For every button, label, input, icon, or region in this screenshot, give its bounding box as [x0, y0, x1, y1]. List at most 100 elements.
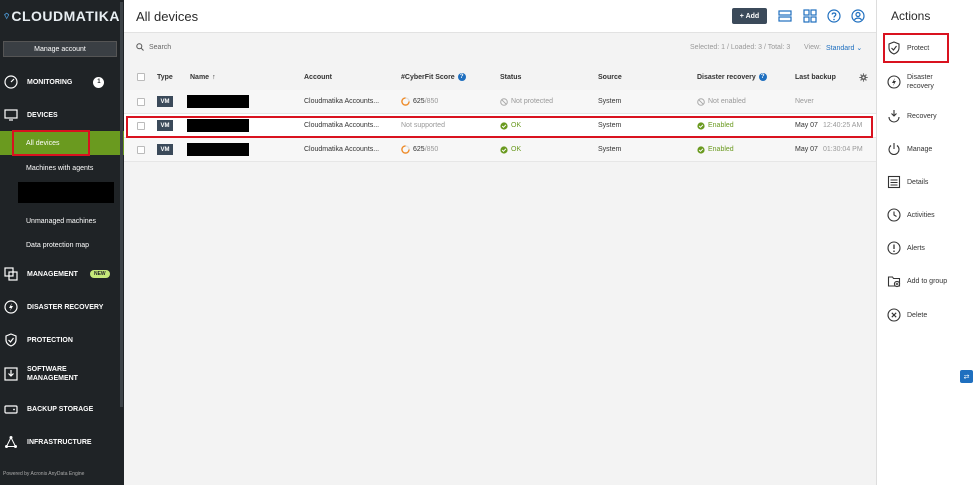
- name-cell: [187, 138, 249, 161]
- grid-view-icon[interactable]: [803, 9, 817, 23]
- nav-devices-label: DEVICES: [27, 111, 58, 119]
- last-backup-date: May 07: [795, 122, 818, 129]
- nav-unmanaged-machines-label: Unmanaged machines: [26, 217, 97, 225]
- table-row[interactable]: VM Cloudmatika Accounts... Not supported…: [124, 114, 876, 138]
- search-placeholder: Search: [149, 43, 172, 51]
- nav-monitoring[interactable]: MONITORING 1: [0, 73, 124, 91]
- col-disaster-recovery[interactable]: Disaster recovery?: [697, 66, 767, 88]
- dr-text: Not enabled: [708, 98, 746, 105]
- action-manage[interactable]: Manage: [887, 142, 932, 156]
- nav-disaster-recovery-label: DISASTER RECOVERY: [27, 303, 104, 311]
- row-checkbox[interactable]: [137, 97, 145, 106]
- nav-backup-storage[interactable]: BACKUP STORAGE: [0, 400, 124, 418]
- action-delete[interactable]: Delete: [887, 308, 927, 322]
- last-backup-cell: May 07 12:40:25 AM: [795, 114, 862, 137]
- action-recovery-label: Recovery: [907, 112, 937, 120]
- action-activities-label: Activities: [907, 211, 935, 219]
- alert-icon: [887, 241, 901, 255]
- row-checkbox[interactable]: [137, 121, 145, 130]
- col-last-backup[interactable]: Last backup: [795, 66, 836, 88]
- user-account-icon[interactable]: [851, 9, 865, 23]
- row-checkbox-cell: [137, 138, 145, 161]
- nav-all-devices[interactable]: All devices: [0, 131, 124, 155]
- type-cell: VM: [157, 90, 173, 113]
- search-input[interactable]: Search: [136, 43, 171, 51]
- not-protected-icon: [500, 97, 508, 106]
- help-icon[interactable]: [827, 9, 841, 23]
- table-row[interactable]: VM Cloudmatika Accounts... 625/850 Not p…: [124, 90, 876, 114]
- lightning-icon: [887, 75, 901, 89]
- speedometer-icon: [3, 74, 19, 90]
- last-backup-date: May 07: [795, 146, 818, 153]
- translate-icon[interactable]: ⇄: [960, 370, 973, 383]
- select-all-cell: [137, 66, 145, 88]
- score-gauge-icon: [401, 97, 410, 106]
- column-settings-icon[interactable]: [859, 66, 868, 88]
- action-alerts[interactable]: Alerts: [887, 241, 925, 255]
- dr-cell: Enabled: [697, 114, 734, 137]
- status-cell: Not protected: [500, 90, 553, 113]
- manage-account-button[interactable]: Manage account: [3, 41, 117, 57]
- nav-data-protection-map[interactable]: Data protection map: [0, 237, 124, 253]
- nav-data-protection-map-label: Data protection map: [26, 241, 90, 249]
- view-select[interactable]: Standard ⌄: [826, 44, 862, 52]
- nav-management[interactable]: MANAGEMENT NEW: [0, 265, 124, 283]
- col-status[interactable]: Status: [500, 66, 521, 88]
- nav-devices[interactable]: DEVICES: [0, 106, 124, 124]
- cyberfit-max: /850: [424, 146, 439, 153]
- select-all-checkbox[interactable]: [137, 73, 145, 81]
- last-backup-time: 01:30:04 PM: [822, 146, 863, 153]
- row-checkbox[interactable]: [137, 145, 145, 154]
- nav-all-devices-label: All devices: [26, 139, 60, 147]
- action-details[interactable]: Details: [887, 175, 928, 189]
- list-view-icon[interactable]: [778, 9, 792, 23]
- nav-software-management[interactable]: SOFTWARE MANAGEMENT: [0, 364, 124, 384]
- table-row[interactable]: VM Cloudmatika Accounts... 625/850 OK Sy…: [124, 138, 876, 162]
- action-disaster-recovery[interactable]: Disaster recovery: [887, 73, 947, 91]
- status-text: OK: [511, 146, 522, 153]
- action-activities[interactable]: Activities: [887, 208, 935, 222]
- redacted-device-name: [187, 95, 249, 108]
- nav-machines-with-agents-label: Machines with agents: [26, 164, 94, 172]
- nav-protection[interactable]: PROTECTION: [0, 331, 124, 349]
- action-manage-label: Manage: [907, 145, 933, 153]
- cyberfit-max: /850: [424, 98, 439, 105]
- info-icon[interactable]: ?: [457, 73, 466, 81]
- col-cyberfit[interactable]: #CyberFit Score?: [401, 66, 466, 88]
- add-button[interactable]: + Add: [732, 8, 767, 24]
- col-type[interactable]: Type: [157, 66, 173, 88]
- dr-text: Enabled: [708, 146, 734, 153]
- lightning-icon: [3, 299, 19, 315]
- action-protect[interactable]: Protect: [887, 41, 929, 55]
- last-backup-time: 12:40:25 AM: [822, 122, 863, 129]
- add-to-group-icon: [887, 274, 901, 288]
- type-cell: VM: [157, 138, 173, 161]
- account-cell: Cloudmatika Accounts...: [304, 98, 380, 105]
- status-text: Not protected: [511, 98, 554, 105]
- row-checkbox-cell: [137, 90, 145, 113]
- recovery-icon: [887, 109, 901, 123]
- action-add-to-group[interactable]: Add to group: [887, 274, 947, 288]
- nav-protection-label: PROTECTION: [27, 336, 73, 344]
- col-name[interactable]: Name ↑: [190, 66, 216, 88]
- view-label: View:: [804, 44, 821, 51]
- nav-infrastructure[interactable]: INFRASTRUCTURE: [0, 433, 124, 451]
- nav-machines-with-agents[interactable]: Machines with agents: [0, 160, 124, 176]
- network-icon: [3, 434, 19, 450]
- info-icon[interactable]: ?: [758, 73, 767, 81]
- nav-unmanaged-machines[interactable]: Unmanaged machines: [0, 213, 124, 229]
- col-cyberfit-label: #CyberFit Score: [401, 73, 455, 81]
- brand-logo[interactable]: CLOUDMATIKA: [4, 5, 120, 27]
- dr-text: Enabled: [708, 122, 734, 129]
- page-header: All devices + Add: [124, 0, 876, 33]
- nav-monitoring-label: MONITORING: [27, 78, 73, 86]
- action-protect-label: Protect: [907, 44, 930, 52]
- col-account[interactable]: Account: [304, 66, 332, 88]
- delete-icon: [887, 308, 901, 322]
- last-backup-cell: Never: [795, 90, 814, 113]
- col-source[interactable]: Source: [598, 66, 622, 88]
- nav-disaster-recovery[interactable]: DISASTER RECOVERY: [0, 298, 124, 316]
- cyberfit-score: 625: [413, 98, 425, 105]
- sidebar-scrollbar[interactable]: [120, 2, 123, 407]
- action-recovery[interactable]: Recovery: [887, 109, 937, 123]
